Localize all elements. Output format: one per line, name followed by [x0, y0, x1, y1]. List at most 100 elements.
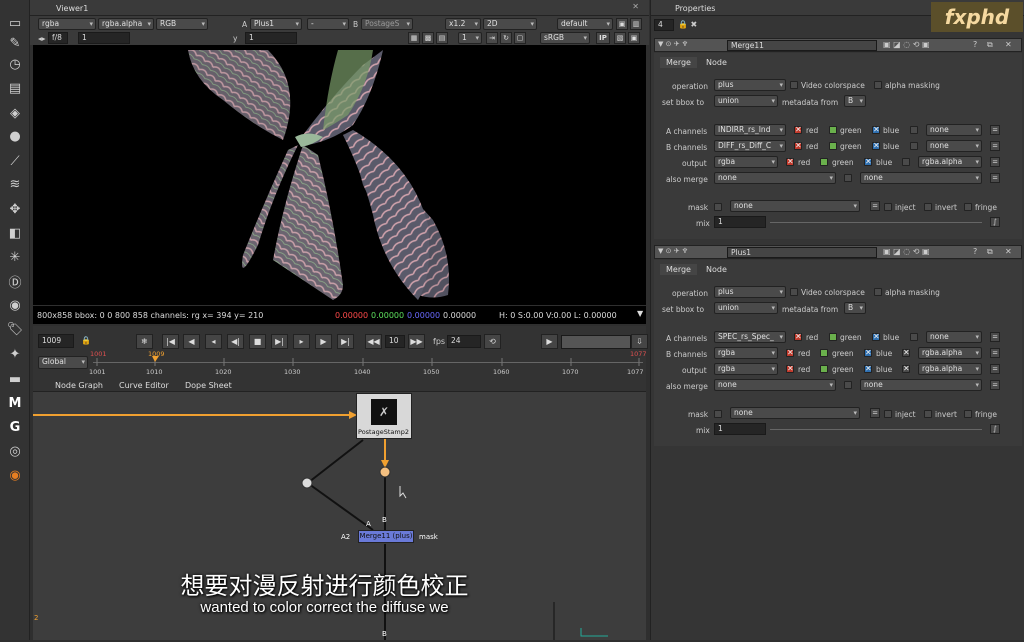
a-green-checkbox[interactable]	[829, 333, 837, 341]
max-panels-field[interactable]: 4	[654, 19, 674, 31]
b-red-checkbox[interactable]	[786, 348, 794, 357]
merge-tool-icon[interactable]: ≋	[5, 175, 25, 193]
flipbook-button[interactable]: ▶	[541, 334, 558, 349]
b-blue-checkbox[interactable]	[864, 348, 872, 357]
link-button[interactable]: =	[990, 348, 1000, 358]
a-green-checkbox[interactable]	[829, 126, 837, 134]
b-green-checkbox[interactable]	[829, 142, 837, 150]
curve-button[interactable]: ∫	[990, 424, 1000, 434]
out-alpha-checkbox[interactable]	[902, 158, 910, 166]
snowflake-button[interactable]: ❄	[136, 334, 153, 349]
wipe-button[interactable]: ▧	[614, 32, 626, 44]
mask-dropdown[interactable]: none	[730, 407, 860, 419]
viewer-options-button[interactable]: ▥	[630, 18, 642, 30]
out-alpha-checkbox[interactable]	[902, 364, 910, 373]
metadata-tool-icon[interactable]: 🏷	[5, 320, 25, 338]
node-tab[interactable]: Node	[700, 264, 733, 275]
gamma-field[interactable]: 1	[245, 32, 297, 44]
postagestamp-node[interactable]: ✗ PostageStamp2	[356, 393, 412, 439]
metadata-dropdown[interactable]: B	[844, 302, 866, 314]
zoom-dropdown[interactable]: x1.2	[445, 18, 481, 30]
prev-frame-button[interactable]: ◂	[205, 334, 222, 349]
lut-dropdown[interactable]: default	[557, 18, 613, 30]
channels-dropdown[interactable]: rgba	[38, 18, 96, 30]
b-alpha-dropdown[interactable]: none	[926, 140, 982, 152]
b-alpha-checkbox[interactable]	[910, 142, 918, 150]
operation-dropdown[interactable]: plus	[714, 286, 786, 298]
a-channels-dropdown[interactable]: SPEC_rs_Spec_	[714, 331, 786, 343]
output-dropdown[interactable]: rgba	[714, 363, 778, 375]
close-icon[interactable]: ✕	[1005, 40, 1012, 49]
pause-button[interactable]: ▢	[514, 32, 526, 44]
view-dropdown[interactable]: 2D	[483, 18, 537, 30]
merge11-name-field[interactable]: Merge11	[727, 40, 877, 51]
a-alpha-checkbox[interactable]	[910, 126, 918, 134]
curve-button[interactable]: ∫	[990, 217, 1000, 227]
range-field[interactable]	[561, 335, 631, 349]
filter-tool-icon[interactable]: ●	[5, 127, 25, 145]
b-alpha-dropdown[interactable]: rgba.alpha	[918, 347, 982, 359]
transform-tool-icon[interactable]: ✥	[5, 200, 25, 218]
output-dropdown[interactable]: rgba	[714, 156, 778, 168]
out-green-checkbox[interactable]	[820, 158, 828, 166]
collapse-icon[interactable]: ▼ ⊙ ✈ ♆	[658, 40, 688, 48]
node-tab[interactable]: Node	[700, 57, 733, 68]
step-button[interactable]: ⇥	[486, 32, 498, 44]
collapse-icon[interactable]: ▼	[637, 309, 643, 318]
video-colorspace-checkbox[interactable]	[790, 81, 798, 89]
other-tool-icon[interactable]: ▬	[5, 370, 25, 388]
help-icon[interactable]: ?	[973, 40, 977, 49]
loop-button[interactable]: ⟲	[484, 334, 501, 349]
clip-warning-button[interactable]: ▦	[408, 32, 420, 44]
link-button[interactable]: =	[990, 364, 1000, 374]
node-color-icons[interactable]: ▣ ◪ ◌ ⟲ ▣	[883, 40, 930, 49]
link-button[interactable]: =	[990, 141, 1000, 151]
close-icon[interactable]: ✕	[1005, 247, 1012, 256]
help-icon[interactable]: ?	[973, 247, 977, 256]
mask-link-button[interactable]: =	[870, 201, 880, 211]
link-button[interactable]: =	[990, 332, 1000, 342]
alpha-masking-checkbox[interactable]	[874, 288, 882, 296]
play-backward-button[interactable]: ◀|	[227, 334, 244, 349]
timeline-mode-dropdown[interactable]: Global	[38, 356, 88, 369]
plus1-name-field[interactable]: Plus1	[727, 247, 877, 258]
b-channels-dropdown[interactable]: rgba	[714, 347, 778, 359]
step-forward-button[interactable]: ▶▶	[408, 334, 425, 349]
step-field[interactable]: 10	[385, 335, 405, 348]
bbox-dropdown[interactable]: union	[714, 95, 778, 107]
a-blue-checkbox[interactable]	[872, 332, 880, 341]
also-merge-dropdown[interactable]: none	[714, 172, 836, 184]
invert-checkbox[interactable]	[924, 203, 932, 211]
mix-slider[interactable]	[770, 429, 982, 430]
deep-tool-icon[interactable]: Ⓓ	[5, 272, 25, 291]
colorspace-dropdown[interactable]: sRGB	[540, 32, 590, 44]
a-blue-checkbox[interactable]	[872, 125, 880, 134]
out-alpha-dropdown[interactable]: rgba.alpha	[918, 363, 982, 375]
mask-checkbox[interactable]	[714, 410, 722, 418]
link-button[interactable]: =	[990, 380, 1000, 390]
3d-tool-icon[interactable]: ◧	[5, 224, 25, 242]
inject-checkbox[interactable]	[884, 203, 892, 211]
mix-slider[interactable]	[770, 222, 982, 223]
mask-dropdown[interactable]: none	[730, 200, 860, 212]
link-button[interactable]: =	[990, 157, 1000, 167]
tab-dope-sheet[interactable]: Dope Sheet	[179, 379, 238, 392]
mix-field[interactable]: 1	[714, 423, 766, 435]
tab-curve-editor[interactable]: Curve Editor	[113, 379, 175, 392]
viewer-tab[interactable]: Viewer1	[50, 2, 94, 15]
bbox-dropdown[interactable]: union	[714, 302, 778, 314]
collapse-icon[interactable]: ▼ ⊙ ✈ ♆	[658, 247, 688, 255]
out-alpha-dropdown[interactable]: rgba.alpha	[918, 156, 982, 168]
play-button[interactable]: ▶|	[271, 334, 288, 349]
fstop-field[interactable]: f/8	[48, 32, 68, 44]
invert-checkbox[interactable]	[924, 410, 932, 418]
metadata-dropdown[interactable]: B	[844, 95, 866, 107]
mode-dropdown[interactable]: -	[307, 18, 349, 30]
fire-tool-icon[interactable]: ◉	[5, 466, 25, 484]
also-merge-dropdown[interactable]: none	[714, 379, 836, 391]
keyer-tool-icon[interactable]: ⟋	[5, 152, 25, 170]
out-blue-checkbox[interactable]	[864, 157, 872, 166]
merge11-node[interactable]: Merge11 (plus)	[358, 530, 414, 543]
a-red-checkbox[interactable]	[794, 125, 802, 134]
b-input-dropdown[interactable]: PostageS	[361, 18, 413, 30]
